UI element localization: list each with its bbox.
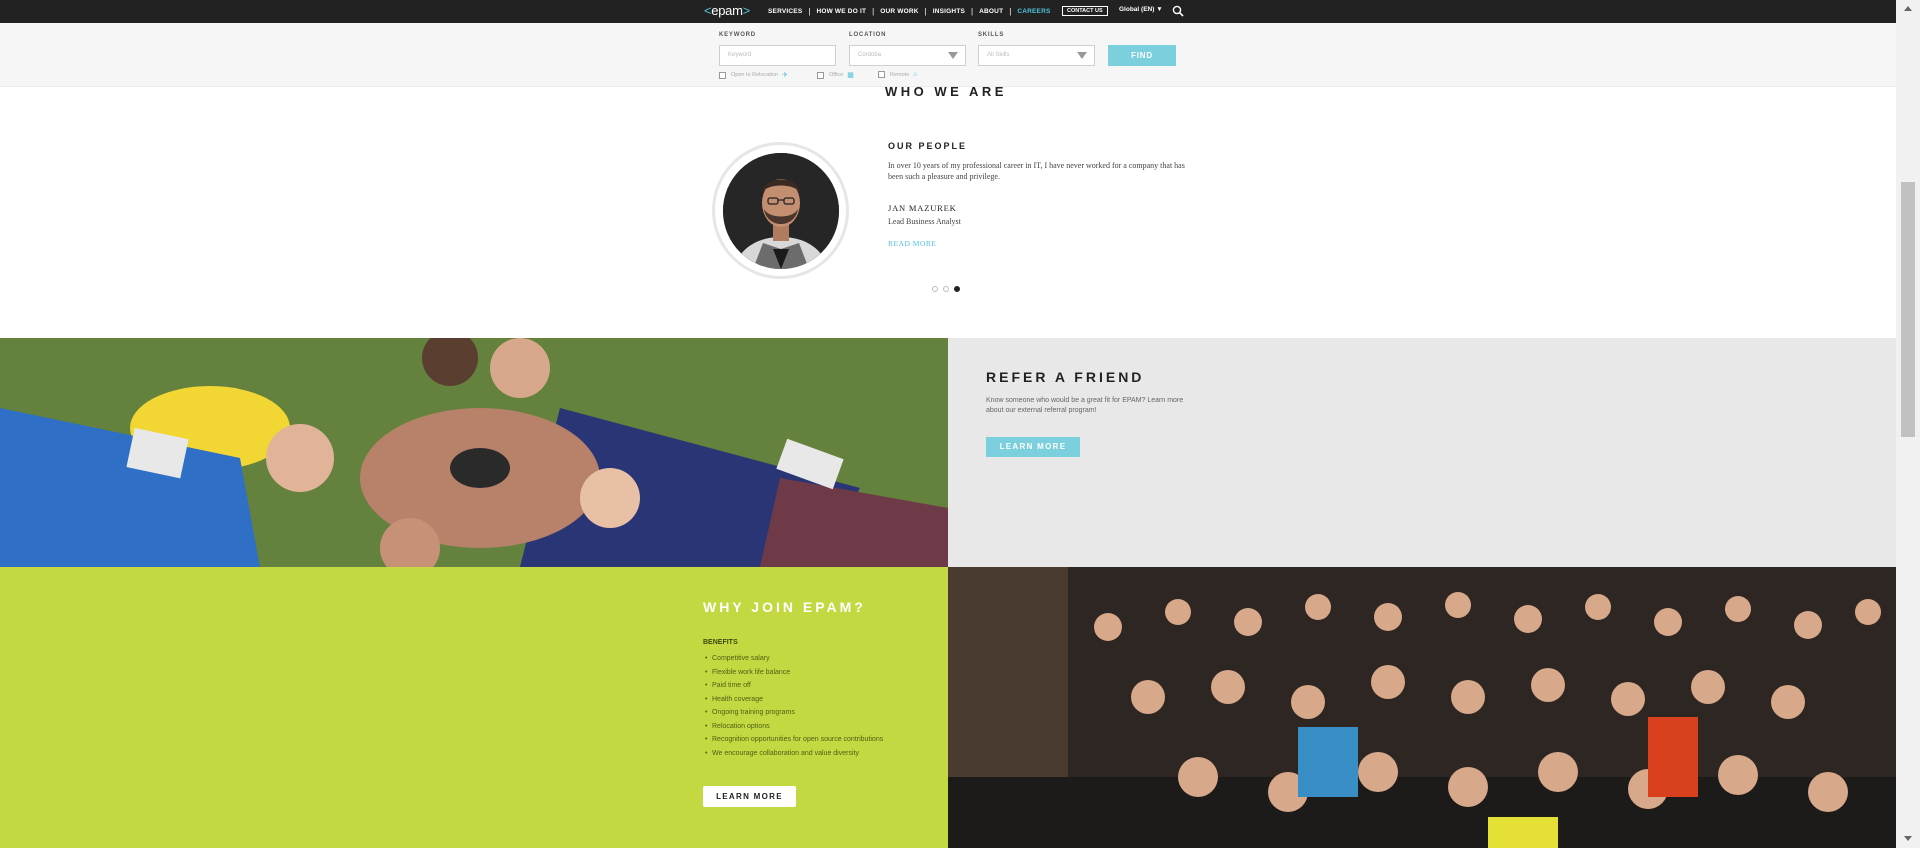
- checkbox-box[interactable]: [878, 71, 885, 78]
- testimonial-quote: In over 10 years of my professional care…: [888, 161, 1185, 181]
- refer-a-friend-panel: REFER A FRIEND Know someone who would be…: [948, 338, 1896, 567]
- why-join-panel: WHY JOIN EPAM? BENEFITS Competitive sala…: [0, 567, 948, 848]
- group-crowd-photo: [948, 567, 1896, 848]
- team-huddle-photo: [0, 338, 948, 567]
- home-icon: ⌂: [913, 71, 918, 78]
- avatar: [723, 153, 839, 269]
- who-we-are-heading: WHO WE ARE: [885, 84, 1007, 99]
- nav-link-insights[interactable]: INSIGHTS: [933, 8, 965, 15]
- refer-learn-more-button[interactable]: LEARN MORE: [986, 437, 1080, 457]
- location-select[interactable]: Cordoba: [849, 45, 966, 66]
- list-item: Health coverage: [703, 696, 903, 705]
- dropdown-arrow-icon: [948, 52, 958, 59]
- list-item: We encourage collaboration and value div…: [703, 750, 903, 759]
- nav-link-careers[interactable]: CAREERS: [1017, 8, 1050, 15]
- checkbox-box[interactable]: [719, 71, 726, 79]
- list-item: Ongoing training programs: [703, 709, 903, 718]
- scrollbar-thumb[interactable]: [1901, 182, 1915, 437]
- carousel-dots: [932, 286, 960, 292]
- airplane-icon: ✈: [782, 72, 788, 79]
- dropdown-arrow-icon: [1077, 52, 1087, 59]
- find-button[interactable]: FIND: [1108, 45, 1176, 66]
- relocation-checkbox[interactable]: Open to Relocation ✈: [719, 71, 788, 79]
- benefits-list: Competitive salary Flexible work life ba…: [703, 655, 903, 763]
- nav-link-how-we-do-it[interactable]: HOW WE DO IT: [816, 8, 866, 15]
- list-item: Competitive salary: [703, 655, 903, 664]
- office-checkbox[interactable]: Office ▦: [817, 71, 854, 79]
- remote-checkbox[interactable]: Remote ⌂: [878, 71, 918, 78]
- location-label: LOCATION: [849, 32, 887, 38]
- why-join-heading: WHY JOIN EPAM?: [703, 599, 866, 615]
- scroll-down-arrow-icon[interactable]: [1904, 836, 1912, 841]
- carousel-dot[interactable]: [932, 286, 938, 292]
- chevron-down-icon: ▼: [1156, 6, 1163, 13]
- region-selector[interactable]: Global (EN) ▼: [1119, 6, 1163, 13]
- skills-label: SKILLS: [978, 32, 1005, 38]
- keyword-input[interactable]: Keyword: [719, 45, 836, 66]
- refer-description: Know someone who would be a great fit fo…: [986, 397, 1184, 414]
- epam-logo[interactable]: <epam>: [704, 3, 750, 18]
- contact-us-button[interactable]: CONTACT US: [1062, 6, 1108, 16]
- search-icon[interactable]: [1172, 5, 1184, 17]
- nav-link-services[interactable]: SERVICES: [768, 8, 802, 15]
- scroll-up-arrow-icon[interactable]: [1904, 6, 1912, 11]
- office-building-icon: ▦: [847, 72, 854, 79]
- nav-link-our-work[interactable]: OUR WORK: [880, 8, 918, 15]
- checkbox-box[interactable]: [817, 71, 824, 79]
- carousel-dot[interactable]: [943, 286, 949, 292]
- employee-role: Lead Business Analyst: [888, 217, 961, 226]
- list-item: Relocation options: [703, 723, 903, 732]
- why-join-learn-more-button[interactable]: LEARN MORE: [703, 786, 796, 807]
- our-people-heading: OUR PEOPLE: [888, 141, 968, 151]
- refer-a-friend-heading: REFER A FRIEND: [986, 369, 1145, 385]
- employee-name: JAN MAZUREK: [888, 203, 957, 213]
- list-item: Flexible work life balance: [703, 669, 903, 678]
- carousel-dot-active[interactable]: [954, 286, 960, 292]
- skills-select[interactable]: All Skills: [978, 45, 1095, 66]
- keyword-label: KEYWORD: [719, 32, 756, 38]
- job-search-bar: KEYWORD Keyword LOCATION Cordoba SKILLS …: [0, 23, 1896, 87]
- main-nav-links: SERVICES | HOW WE DO IT | OUR WORK | INSIGH…: [768, 7, 1051, 16]
- read-more-link[interactable]: READ MORE: [888, 239, 936, 248]
- benefits-label: BENEFITS: [703, 639, 738, 646]
- top-navigation: <epam> SERVICES | HOW WE DO IT | OUR WORK |…: [0, 0, 1920, 23]
- page-scrollbar[interactable]: [1896, 0, 1920, 848]
- list-item: Paid time off: [703, 682, 903, 691]
- nav-link-about[interactable]: ABOUT: [979, 8, 1003, 15]
- list-item: Recognition opportunities for open sourc…: [703, 736, 903, 745]
